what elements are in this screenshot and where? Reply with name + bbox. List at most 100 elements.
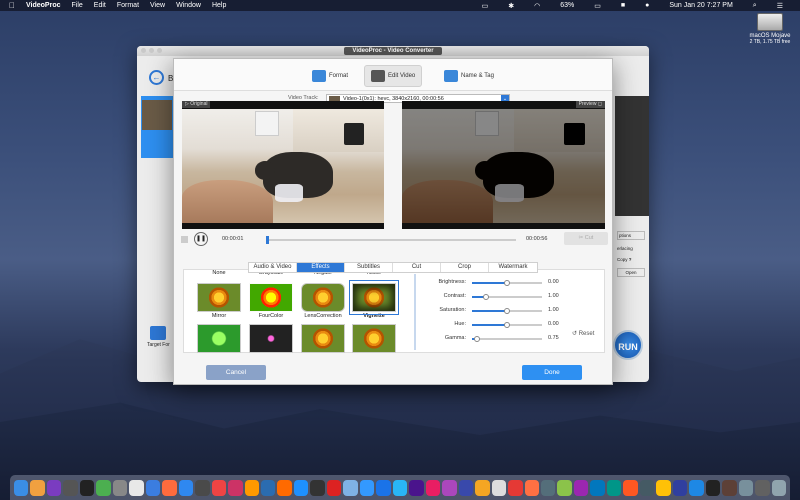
dock-app-icon[interactable]: [211, 479, 227, 496]
slider-handle[interactable]: [473, 336, 480, 342]
options-button[interactable]: ptions: [617, 231, 645, 240]
dock-app-icon[interactable]: [639, 479, 655, 496]
dock-app-icon[interactable]: [590, 479, 605, 496]
dock-app-icon[interactable]: [524, 479, 539, 496]
dock-app-icon[interactable]: [573, 479, 589, 496]
dock-app-icon[interactable]: [491, 479, 507, 496]
effect-none[interactable]: None: [197, 270, 241, 276]
dock-app-icon[interactable]: [540, 479, 556, 496]
dock-app-icon[interactable]: [343, 479, 358, 496]
dock-app-icon[interactable]: [722, 479, 737, 496]
tab-crop[interactable]: Crop: [441, 263, 489, 272]
wifi-icon[interactable]: ◠: [534, 2, 540, 10]
timeline-slider[interactable]: [266, 236, 516, 244]
dock-app-icon[interactable]: [672, 479, 688, 496]
menu-view[interactable]: View: [150, 2, 165, 9]
dock-app-icon[interactable]: [228, 479, 243, 496]
tab-format[interactable]: Format: [306, 65, 354, 87]
effect-mirror[interactable]: Mirror: [197, 283, 241, 319]
effect-extra-4[interactable]: [352, 324, 396, 354]
reset-button[interactable]: ↺ Reset: [572, 330, 594, 337]
dock-app-icon[interactable]: [310, 479, 325, 496]
dock-app-icon[interactable]: [425, 479, 441, 496]
contrast-slider[interactable]: Contrast: 1.00: [420, 292, 570, 301]
effect-extra-1[interactable]: [197, 324, 241, 354]
dock-app-icon[interactable]: [162, 479, 177, 496]
dock-app-icon[interactable]: [458, 479, 474, 496]
dock-app-icon[interactable]: [195, 479, 210, 496]
clock[interactable]: Sun Jan 20 7:27 PM: [669, 2, 732, 9]
deinterlacing-option[interactable]: erlacing: [617, 246, 645, 251]
gamma-slider[interactable]: Gamma: 0.75: [420, 334, 570, 343]
dock-app-icon[interactable]: [326, 479, 342, 496]
timeline-handle[interactable]: [266, 236, 269, 244]
cut-button[interactable]: ✂ Cut: [564, 232, 608, 245]
apple-menu-icon[interactable]: : [9, 1, 15, 10]
slider-handle[interactable]: [504, 322, 510, 328]
dock-app-icon[interactable]: [30, 479, 45, 496]
desktop-drive[interactable]: macOS Mojave 2 TB, 1.75 TB free: [748, 13, 792, 45]
dock-app-icon[interactable]: [755, 479, 770, 496]
copy-option[interactable]: Copy ?: [617, 257, 645, 262]
run-button[interactable]: RUN: [613, 330, 643, 360]
dock-app-icon[interactable]: [79, 479, 95, 496]
effect-vignette[interactable]: Vignette: [349, 280, 399, 319]
dock-app-icon[interactable]: [359, 479, 375, 496]
slider-handle[interactable]: [504, 280, 510, 286]
stop-icon[interactable]: [181, 236, 188, 243]
menu-format[interactable]: Format: [117, 2, 139, 9]
dock-app-icon[interactable]: [409, 479, 424, 496]
open-button[interactable]: Open: [617, 268, 645, 277]
dock-app-icon[interactable]: [738, 479, 754, 496]
tab-edit-video[interactable]: Edit Video: [364, 65, 423, 87]
dock-app-icon[interactable]: [656, 479, 671, 496]
dock-app-icon[interactable]: [145, 479, 161, 496]
help-icon[interactable]: ?: [629, 257, 632, 262]
menu-help[interactable]: Help: [212, 2, 226, 9]
user-icon[interactable]: ●: [645, 2, 649, 9]
dock-app-icon[interactable]: [508, 479, 523, 496]
tab-audio-video[interactable]: Audio & Video: [249, 263, 297, 272]
target-format[interactable]: Target For: [147, 326, 170, 348]
dock-app-icon[interactable]: [557, 479, 572, 496]
saturation-slider[interactable]: Saturation: 1.00: [420, 306, 570, 315]
done-button[interactable]: Done: [522, 365, 582, 380]
dock-app-icon[interactable]: [63, 479, 78, 496]
close-icon[interactable]: [141, 48, 146, 53]
effect-lenscorrection[interactable]: LensCorrection: [301, 283, 345, 319]
battery-icon[interactable]: ▭: [594, 2, 601, 10]
tab-subtitles[interactable]: Subtitles: [345, 263, 393, 272]
dock-app-icon[interactable]: [178, 479, 194, 496]
dock-app-icon[interactable]: [376, 479, 391, 496]
dock-app-icon[interactable]: [46, 479, 62, 496]
dock-app-icon[interactable]: [606, 479, 622, 496]
effect-extra-2[interactable]: [249, 324, 293, 354]
notification-center-icon[interactable]: ☰: [777, 2, 783, 10]
app-menu[interactable]: VideoProc: [26, 2, 61, 9]
dock-app-icon[interactable]: [705, 479, 721, 496]
menu-edit[interactable]: Edit: [94, 2, 106, 9]
dock-app-icon[interactable]: [277, 479, 292, 496]
dock-app-icon[interactable]: [261, 479, 276, 496]
slider-handle[interactable]: [483, 294, 489, 300]
dock-app-icon[interactable]: [293, 479, 309, 496]
pause-button[interactable]: ❚❚: [194, 232, 208, 246]
tab-watermark[interactable]: Watermark: [489, 263, 537, 272]
dock-app-icon[interactable]: [771, 479, 787, 496]
dock-app-icon[interactable]: [96, 479, 111, 496]
tab-effects[interactable]: Effects: [297, 263, 345, 272]
dock-app-icon[interactable]: [689, 479, 704, 496]
dock-app-icon[interactable]: [475, 479, 490, 496]
hue-slider[interactable]: Hue: 0.00: [420, 320, 570, 329]
airplay-icon[interactable]: ▭: [482, 2, 489, 10]
slider-handle[interactable]: [504, 308, 510, 314]
menu-window[interactable]: Window: [176, 2, 201, 9]
dock-app-icon[interactable]: [129, 479, 144, 496]
spotlight-icon[interactable]: ⌕: [753, 2, 757, 10]
minimize-icon[interactable]: [149, 48, 154, 53]
dock-app-icon[interactable]: [13, 479, 29, 496]
effect-extra-3[interactable]: [301, 324, 345, 354]
back-arrow-icon[interactable]: ←: [149, 70, 164, 85]
video-list-item[interactable]: [141, 96, 173, 158]
effect-fourcolor[interactable]: FourColor: [249, 283, 293, 319]
